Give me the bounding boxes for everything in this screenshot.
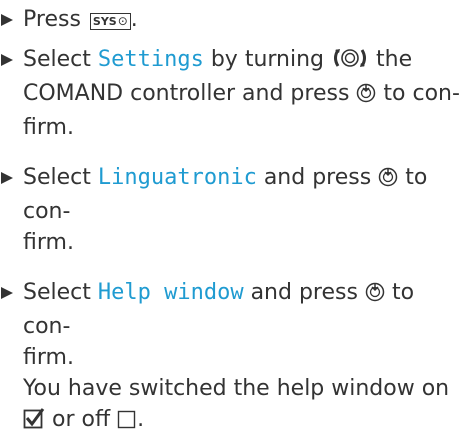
result-period: . bbox=[137, 407, 145, 432]
menu-item-linguatronic: Linguatronic bbox=[97, 165, 257, 190]
triangle-right-icon bbox=[1, 287, 13, 299]
sys-key-icon: SYS⊙ bbox=[89, 13, 131, 30]
step-text: Select bbox=[23, 47, 91, 72]
step-text: and press bbox=[263, 165, 372, 190]
result-line: You have switched the help window on bbox=[23, 376, 450, 401]
step-text: Select bbox=[23, 280, 91, 305]
triangle-right-icon bbox=[1, 172, 13, 184]
step-select-settings: Select Settings by turning the COMAND con… bbox=[0, 44, 462, 143]
result-text: You have switched the help window on or … bbox=[0, 373, 462, 438]
checkbox-unchecked-icon bbox=[117, 407, 137, 438]
menu-item-settings: Settings bbox=[97, 47, 204, 72]
step-text: Select bbox=[23, 165, 91, 190]
controller-press-icon bbox=[365, 280, 385, 311]
step-text: and press bbox=[250, 280, 358, 305]
result-or-off: or off bbox=[52, 407, 111, 432]
menu-item-help-window: Help window bbox=[97, 280, 244, 305]
triangle-right-icon bbox=[1, 14, 13, 26]
step-text: Press bbox=[23, 7, 81, 32]
checkbox-checked-icon bbox=[23, 407, 45, 438]
step-press-sys: Press SYS⊙. bbox=[0, 4, 462, 35]
step-text: . bbox=[130, 7, 138, 32]
step-select-linguatronic: Select Linguatronic and press to con-fir… bbox=[0, 162, 462, 258]
triangle-right-icon bbox=[1, 54, 13, 66]
step-select-help-window: Select Help window and press to con-firm… bbox=[0, 277, 462, 373]
controller-press-icon bbox=[356, 81, 376, 112]
controller-rotate-icon bbox=[331, 47, 369, 78]
instruction-steps: Press SYS⊙. Select Settings by turning t… bbox=[0, 0, 462, 438]
step-text: by turning bbox=[210, 47, 325, 72]
controller-press-icon bbox=[378, 165, 398, 196]
